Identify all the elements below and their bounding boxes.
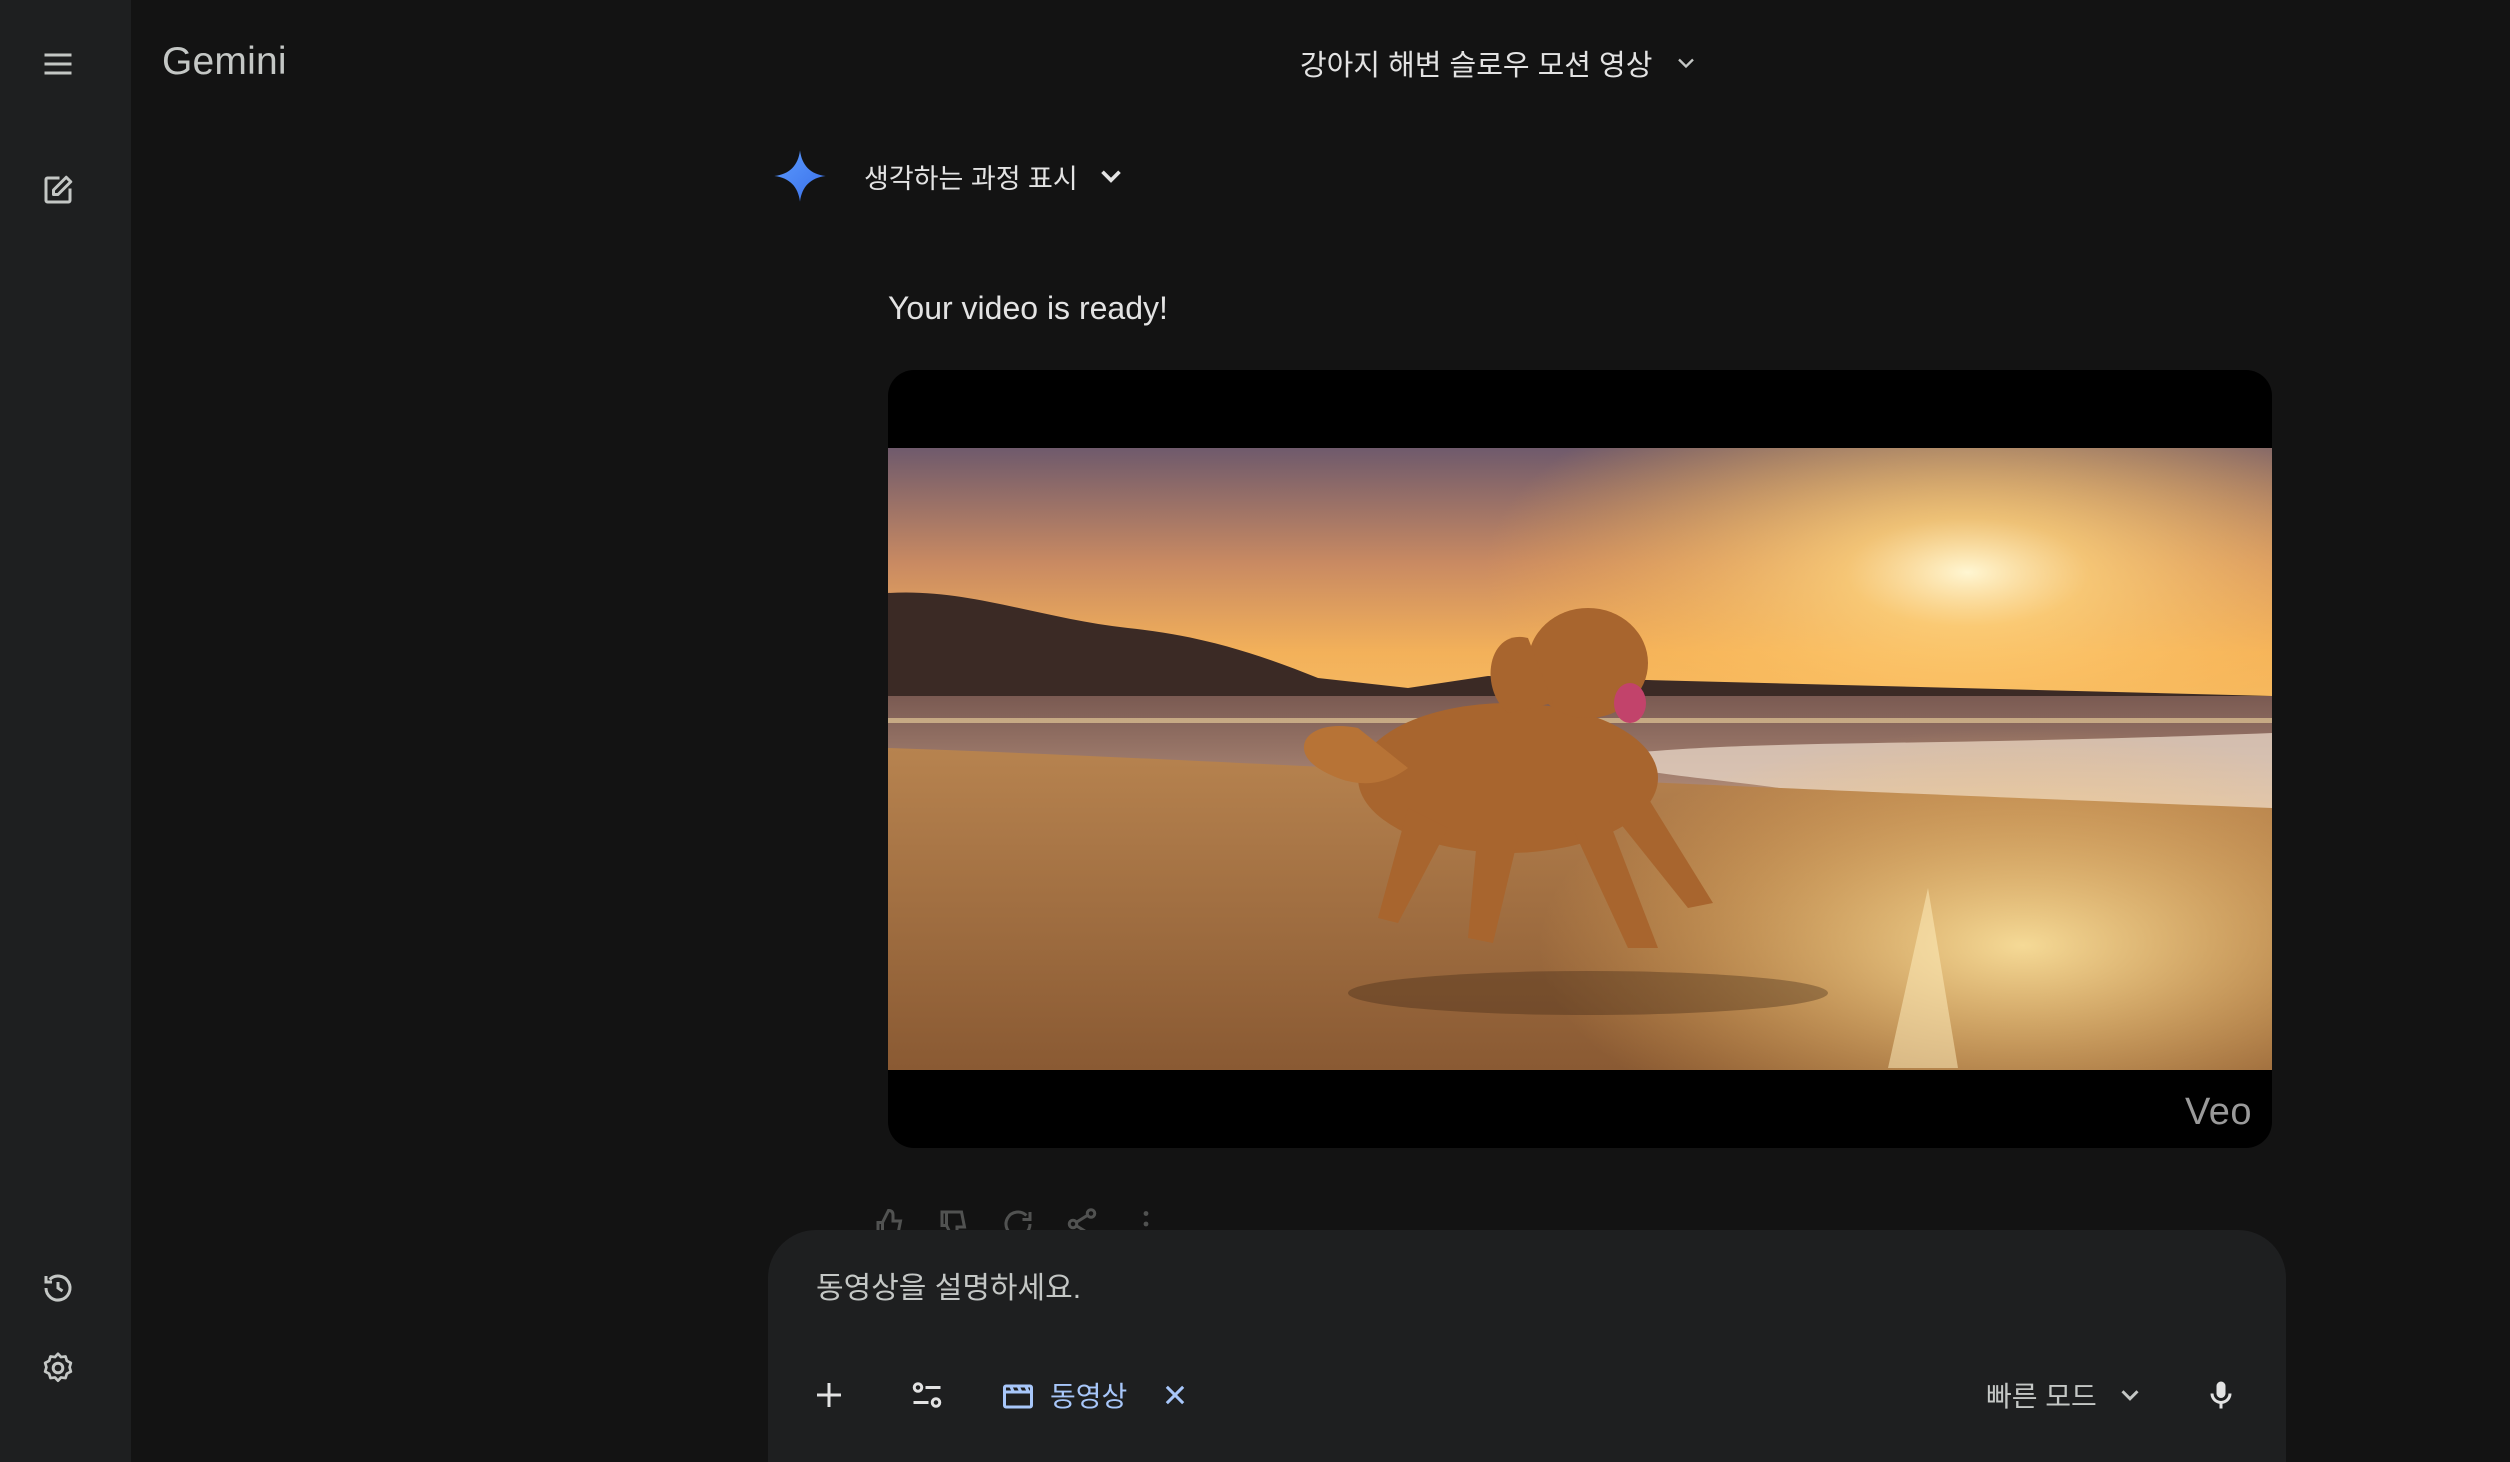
thinking-label: 생각하는 과정 표시	[864, 163, 1078, 194]
menu-icon	[44, 53, 72, 75]
chevron-down-icon	[2121, 1390, 2139, 1401]
prompt-composer: 동영상 빠른 모드	[768, 1230, 2286, 1462]
gear-icon	[43, 1352, 73, 1383]
conversation-title: 강아지 해변 슬로우 모션 영상	[1300, 50, 1653, 82]
video-frame[interactable]	[888, 448, 2272, 1070]
mic-button[interactable]	[2196, 1370, 2246, 1420]
mode-label: 빠른 모드	[1986, 1381, 2097, 1412]
movie-icon	[1003, 1384, 1033, 1409]
close-icon[interactable]	[1161, 1381, 1189, 1409]
chevron-down-icon	[1678, 58, 1695, 69]
new-chat-button[interactable]	[32, 164, 84, 216]
edit-icon	[44, 175, 73, 204]
video-player[interactable]: Veo	[888, 370, 2272, 1148]
beach-dog-video-frame	[888, 448, 2272, 1070]
conversation-title-dropdown[interactable]: 강아지 해변 슬로우 모션 영상	[1300, 38, 1700, 88]
tools-button[interactable]	[902, 1370, 952, 1420]
mode-picker[interactable]: 빠른 모드	[1986, 1370, 2145, 1420]
response-text: Your video is ready!	[888, 290, 1168, 326]
history-button[interactable]	[32, 1262, 84, 1314]
tune-icon	[912, 1382, 942, 1408]
gemini-spark-icon	[774, 150, 826, 202]
chevron-down-icon	[1100, 170, 1121, 183]
plus-icon	[817, 1383, 841, 1407]
left-rail	[0, 0, 131, 1462]
mic-icon	[2210, 1381, 2232, 1409]
app-brand[interactable]: Gemini	[162, 40, 287, 84]
history-icon	[44, 1274, 72, 1302]
add-button[interactable]	[804, 1370, 854, 1420]
video-tool-chip[interactable]: 동영상	[1000, 1370, 1189, 1420]
veo-watermark: Veo	[2184, 1091, 2252, 1133]
video-tool-label: 동영상	[1050, 1381, 1128, 1412]
show-thinking-toggle[interactable]: 생각하는 과정 표시	[772, 146, 1128, 206]
prompt-input[interactable]	[816, 1272, 1716, 1306]
menu-button[interactable]	[32, 38, 84, 90]
settings-button[interactable]	[32, 1342, 84, 1394]
